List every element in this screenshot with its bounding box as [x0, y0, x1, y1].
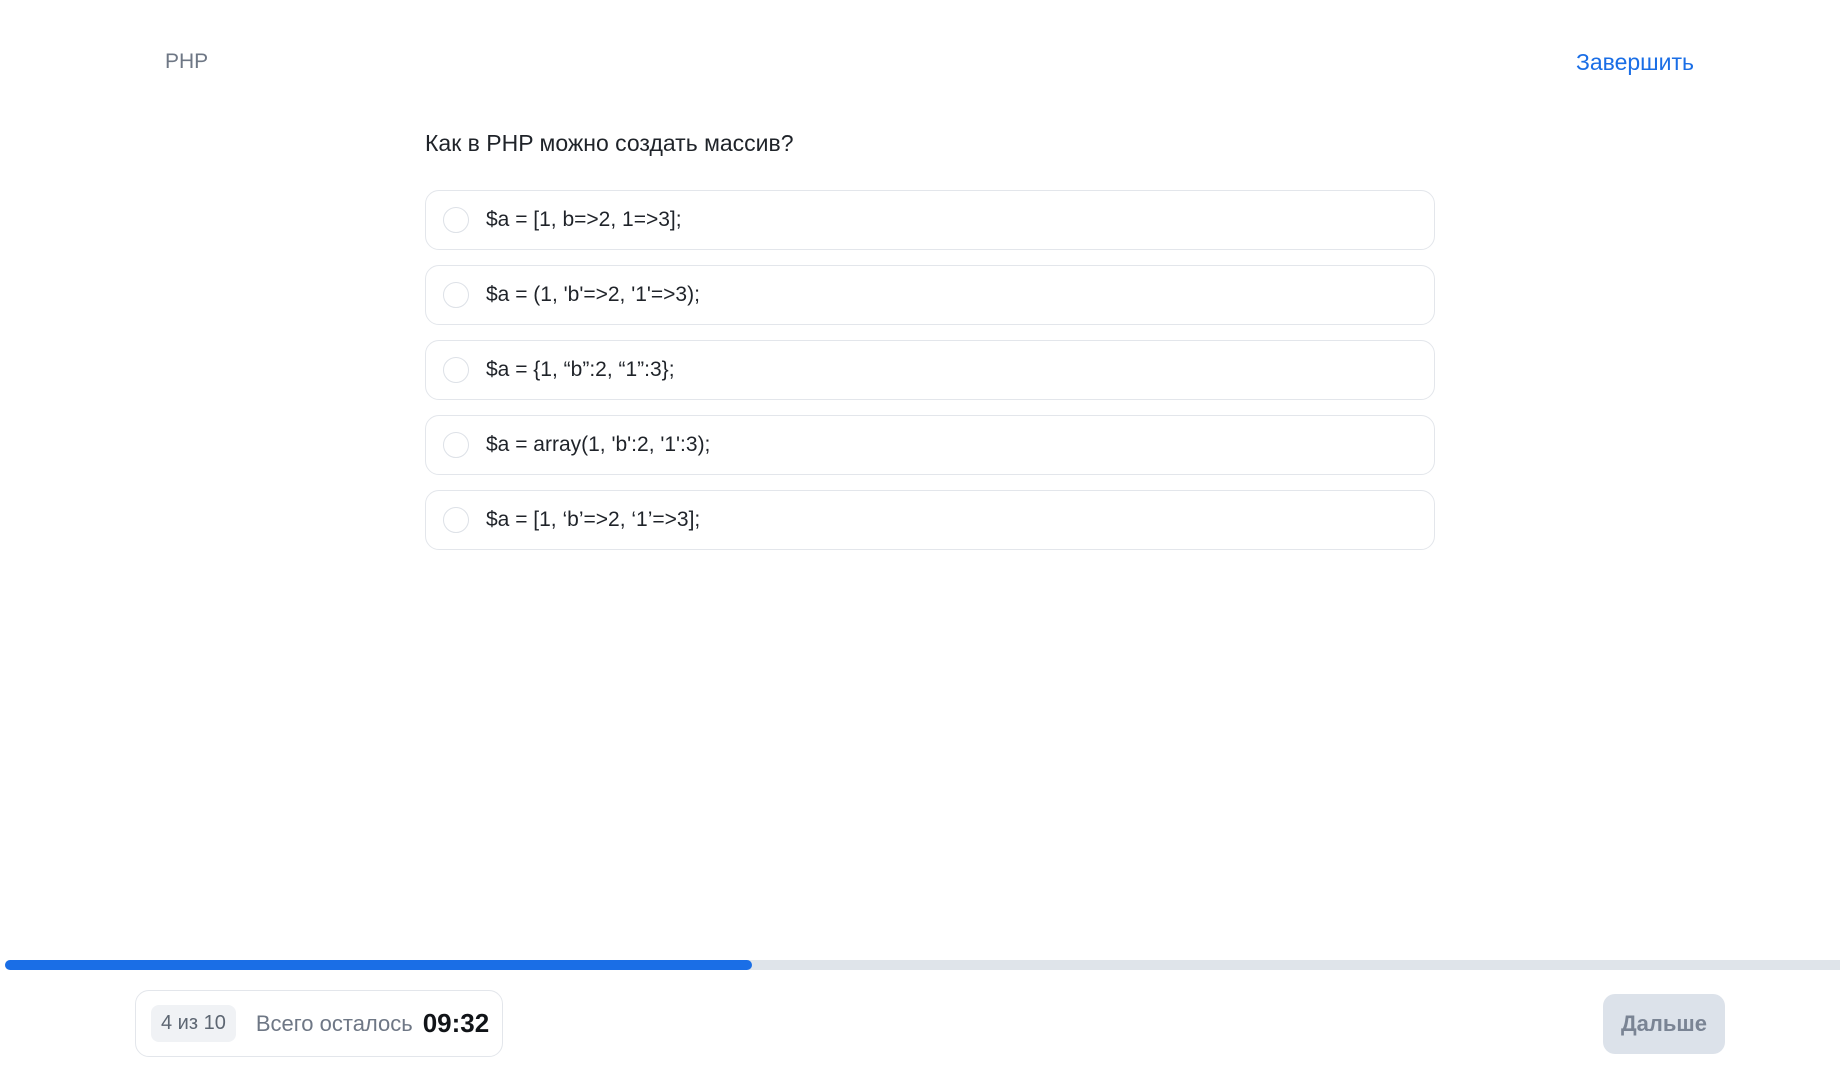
answer-option[interactable]: $a = array(1, 'b':2, '1':3); [425, 415, 1435, 475]
radio-button[interactable] [443, 432, 469, 458]
quiz-page: PHP Завершить Как в PHP можно создать ма… [0, 0, 1840, 1076]
answer-option-label: $a = [1, b=>2, 1=>3]; [486, 208, 682, 231]
timer: 09:32 [422, 1008, 490, 1038]
quiz-status: 4 из 10 Всего осталось 09:32 [135, 990, 503, 1057]
radio-button[interactable] [443, 207, 469, 233]
next-button[interactable]: Дальше [1603, 994, 1725, 1054]
answer-option[interactable]: $a = {1, “b”:2, “1”:3}; [425, 340, 1435, 400]
radio-button[interactable] [443, 282, 469, 308]
question-text: Как в PHP можно создать массив? [425, 130, 794, 156]
radio-button[interactable] [443, 357, 469, 383]
question-counter: 4 из 10 [151, 1005, 236, 1042]
answer-option[interactable]: $a = [1, b=>2, 1=>3]; [425, 190, 1435, 250]
answer-option[interactable]: $a = [1, ‘b’=>2, ‘1’=>3]; [425, 490, 1435, 550]
topic-label: PHP [165, 50, 209, 73]
progress-bar [5, 960, 1840, 970]
answer-option-label: $a = {1, “b”:2, “1”:3}; [486, 358, 675, 381]
answer-option-label: $a = [1, ‘b’=>2, ‘1’=>3]; [486, 508, 701, 531]
finish-link[interactable]: Завершить [1576, 49, 1694, 76]
answer-option[interactable]: $a = (1, 'b'=>2, '1'=>3); [425, 265, 1435, 325]
answer-options: $a = [1, b=>2, 1=>3]; $a = (1, 'b'=>2, '… [425, 190, 1435, 565]
time-remaining-label: Всего осталось [255, 1010, 413, 1036]
answer-option-label: $a = (1, 'b'=>2, '1'=>3); [486, 283, 700, 306]
answer-option-label: $a = array(1, 'b':2, '1':3); [486, 433, 711, 456]
radio-button[interactable] [443, 507, 469, 533]
progress-bar-fill [5, 960, 752, 970]
